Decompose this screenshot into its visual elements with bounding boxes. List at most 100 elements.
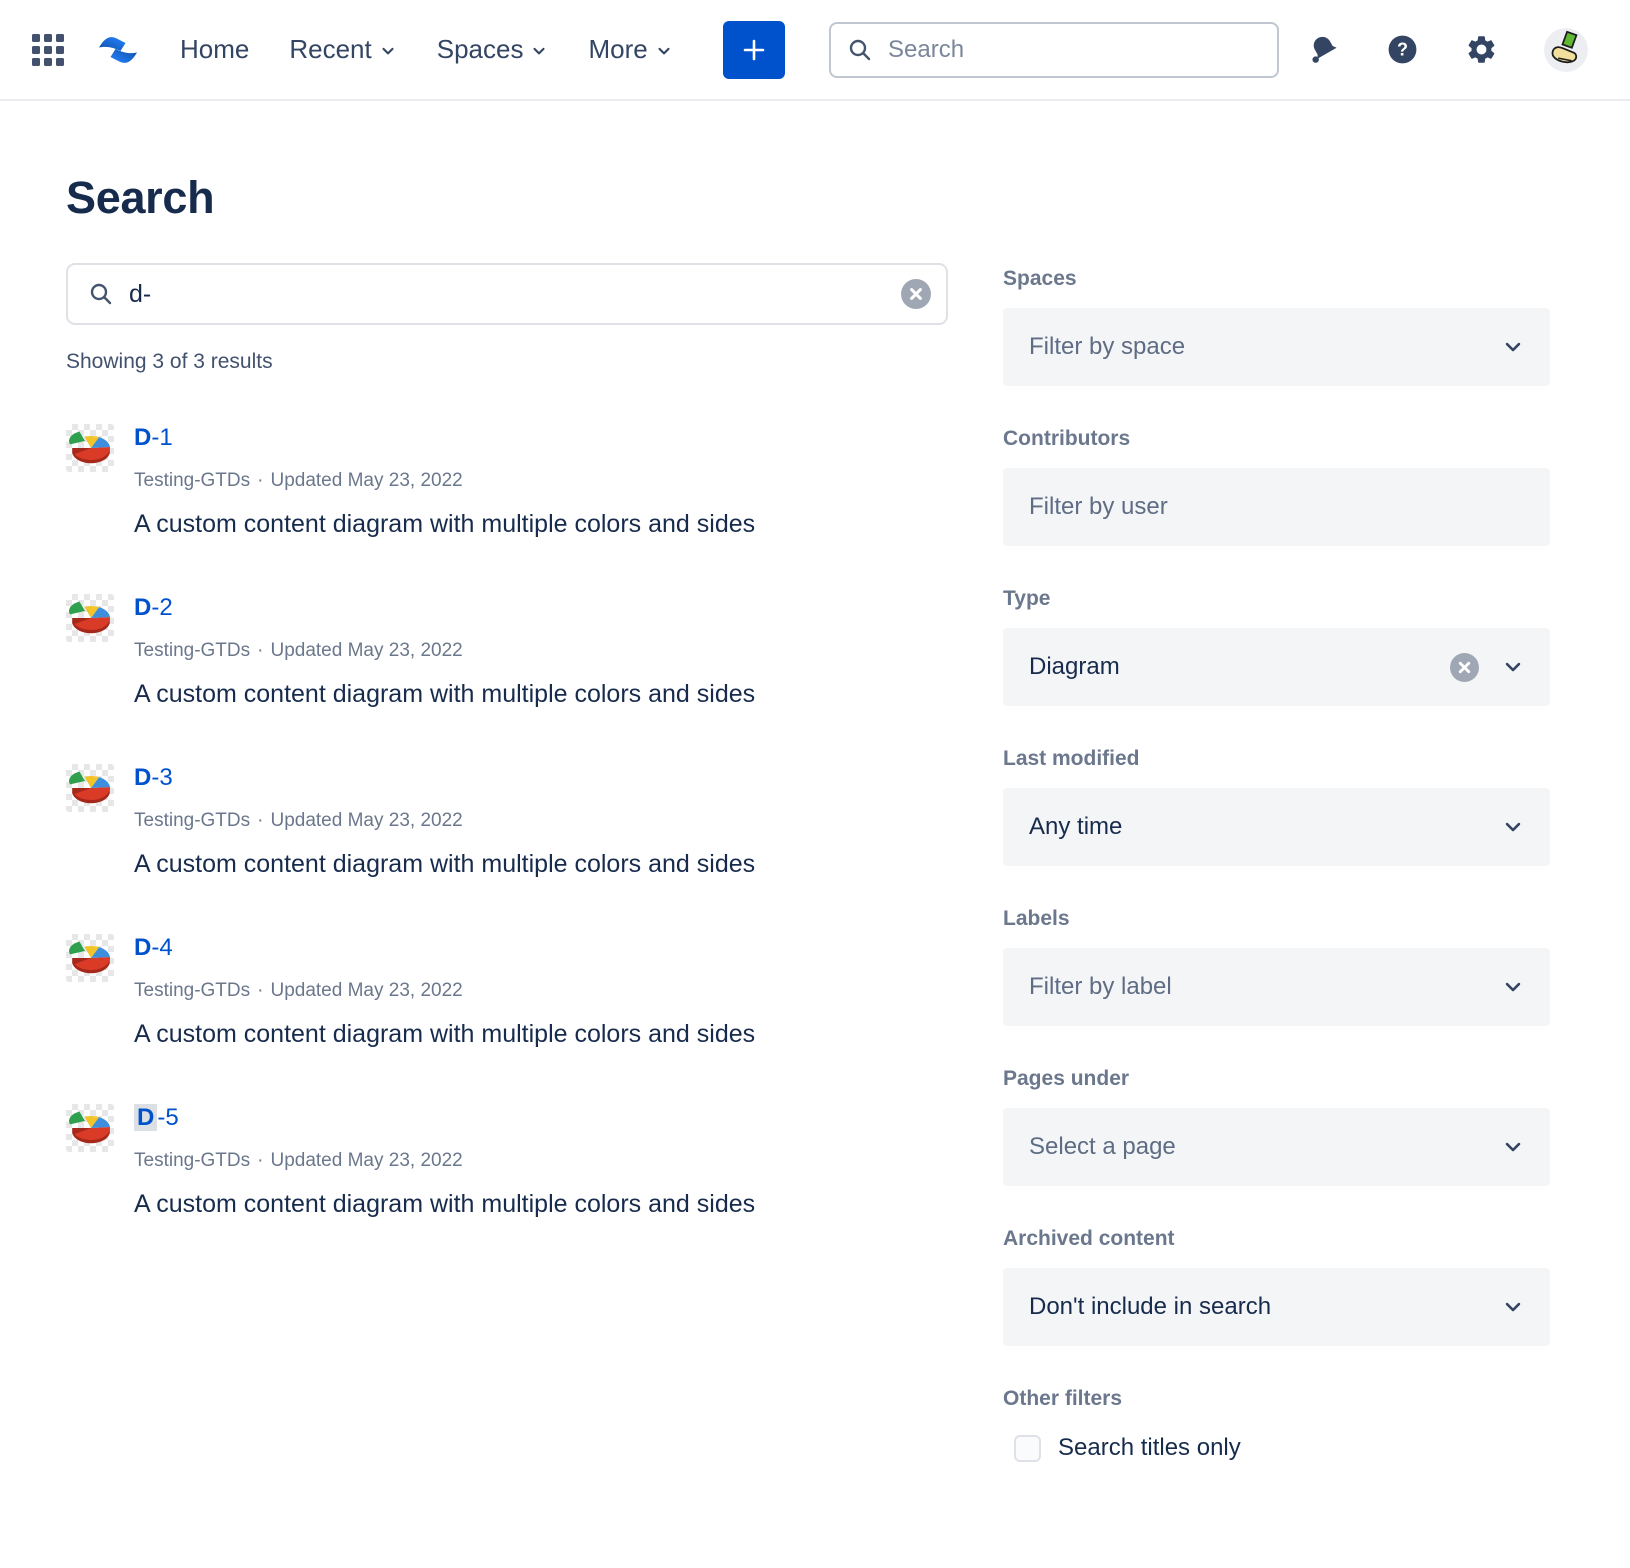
search-titles-only-checkbox[interactable] xyxy=(1014,1435,1041,1462)
pie-chart-icon xyxy=(66,1104,114,1152)
nav-item-home[interactable]: Home xyxy=(180,34,249,65)
search-results-page: Search Showing 3 of 3 results D-1 Testin… xyxy=(0,173,948,1219)
filter-field[interactable]: Select a page xyxy=(1003,1108,1550,1186)
gear-icon[interactable] xyxy=(1465,33,1498,66)
search-result-item: D-1 Testing-GTDs · Updated May 23, 2022 A … xyxy=(66,424,948,539)
result-title-link[interactable]: D-3 xyxy=(134,764,173,792)
search-titles-only-option[interactable]: Search titles only xyxy=(1003,1434,1550,1462)
chevron-down-icon xyxy=(530,42,548,60)
result-description: A custom content diagram with multiple c… xyxy=(134,509,755,539)
filter-label: Labels xyxy=(1003,906,1550,932)
app-switcher-grid-icon[interactable] xyxy=(30,32,66,68)
result-separator: · xyxy=(257,1150,263,1171)
result-body: D-2 Testing-GTDs·Updated May 23, 2022 A … xyxy=(134,594,755,709)
result-body: D-4 Testing-GTDs · Updated May 23, 2022 A … xyxy=(134,934,755,1049)
result-description: A custom content diagram with multiple c… xyxy=(134,679,755,709)
result-title-rest: -3 xyxy=(151,764,172,791)
filter-value: Diagram xyxy=(1029,653,1450,681)
filter-field[interactable]: Diagram xyxy=(1003,628,1550,706)
result-updated: Updated May 23, 2022 xyxy=(270,810,462,831)
filter-value: Select a page xyxy=(1029,1133,1502,1161)
chevron-down-icon xyxy=(1502,1136,1524,1158)
chevron-down-icon xyxy=(1502,976,1524,998)
filters-panel: Spaces Filter by space Contributors Filt… xyxy=(1003,266,1550,1462)
plus-icon xyxy=(739,35,769,65)
help-icon[interactable]: ? xyxy=(1386,33,1419,66)
result-title-link[interactable]: D-4 xyxy=(134,934,173,962)
search-result-item: D-4 Testing-GTDs · Updated May 23, 2022 A … xyxy=(66,934,948,1049)
result-space: Testing-GTDs xyxy=(134,640,250,661)
result-title-link[interactable]: D-2 xyxy=(134,594,173,622)
result-space: Testing-GTDs xyxy=(134,810,250,831)
filter-section: Last modified Any time xyxy=(1003,746,1550,866)
search-result-item: D-5 Testing-GTDs·Updated May 23, 2022 A … xyxy=(66,1104,948,1219)
confluence-logo[interactable] xyxy=(94,26,142,74)
result-separator: · xyxy=(257,980,263,1001)
clear-filter-icon[interactable] xyxy=(1450,653,1479,682)
result-separator: · xyxy=(257,470,263,491)
filter-section: Archived content Don't include in search xyxy=(1003,1226,1550,1346)
diagram-thumbnail[interactable] xyxy=(66,764,114,812)
result-meta: Testing-GTDs·Updated May 23, 2022 xyxy=(134,809,755,833)
create-button[interactable] xyxy=(723,21,785,79)
avatar-thumbs-up[interactable] xyxy=(1544,28,1588,72)
results-summary: Showing 3 of 3 results xyxy=(66,350,948,374)
filter-section: Pages under Select a page xyxy=(1003,1066,1550,1186)
result-updated: Updated May 23, 2022 xyxy=(270,1150,462,1171)
main-navigation: Home Recent Spaces More xyxy=(180,34,673,65)
result-meta: Testing-GTDs · Updated May 23, 2022 xyxy=(134,469,755,493)
diagram-thumbnail[interactable] xyxy=(66,934,114,982)
clear-search-button[interactable] xyxy=(901,279,931,309)
filter-field[interactable]: Filter by label xyxy=(1003,948,1550,1026)
diagram-thumbnail[interactable] xyxy=(66,1104,114,1152)
result-space: Testing-GTDs xyxy=(134,1150,250,1171)
nav-item-more[interactable]: More xyxy=(588,34,672,65)
search-results: D-1 Testing-GTDs · Updated May 23, 2022 A … xyxy=(66,424,948,1219)
search-titles-only-label[interactable]: Search titles only xyxy=(1058,1434,1241,1462)
search-icon xyxy=(847,37,873,63)
filter-label: Type xyxy=(1003,586,1550,612)
result-meta: Testing-GTDs · Updated May 23, 2022 xyxy=(134,1149,755,1173)
chevron-down-icon xyxy=(1502,816,1524,838)
nav-item-spaces[interactable]: Spaces xyxy=(437,34,549,65)
nav-item-label: Recent xyxy=(289,34,371,65)
page-title: Search xyxy=(66,173,948,223)
pie-chart-icon xyxy=(66,764,114,812)
result-title-match: D xyxy=(134,424,151,451)
result-space: Testing-GTDs xyxy=(134,470,250,491)
search-result-item: D-2 Testing-GTDs·Updated May 23, 2022 A … xyxy=(66,594,948,709)
result-body: D-5 Testing-GTDs·Updated May 23, 2022 A … xyxy=(134,1104,755,1219)
diagram-thumbnail[interactable] xyxy=(66,424,114,472)
global-search-field[interactable] xyxy=(829,22,1279,78)
nav-item-label: More xyxy=(588,34,647,65)
results-search-field[interactable] xyxy=(66,263,948,325)
diagram-thumbnail[interactable] xyxy=(66,594,114,642)
result-title-rest: -2 xyxy=(151,594,172,621)
filter-value: Filter by space xyxy=(1029,333,1502,361)
filter-field[interactable]: Any time xyxy=(1003,788,1550,866)
svg-text:?: ? xyxy=(1397,40,1408,60)
result-title-link[interactable]: D-1 xyxy=(134,424,173,452)
filter-field[interactable]: Filter by user xyxy=(1003,468,1550,546)
result-description: A custom content diagram with multiple c… xyxy=(134,1019,755,1049)
result-meta: Testing-GTDs · Updated May 23, 2022 xyxy=(134,979,755,1003)
result-updated: Updated May 23, 2022 xyxy=(270,470,462,491)
pie-chart-icon xyxy=(66,424,114,472)
filter-field[interactable]: Don't include in search xyxy=(1003,1268,1550,1346)
global-search-input[interactable] xyxy=(886,35,1271,65)
filter-field[interactable]: Filter by space xyxy=(1003,308,1550,386)
result-title-link[interactable]: D-5 xyxy=(134,1104,179,1132)
bell-icon[interactable] xyxy=(1307,33,1340,66)
result-title-match: D xyxy=(134,764,151,791)
result-space: Testing-GTDs xyxy=(134,980,250,1001)
filter-section: Labels Filter by label xyxy=(1003,906,1550,1026)
filter-value: Filter by user xyxy=(1029,493,1524,521)
results-search-input[interactable] xyxy=(127,279,901,310)
result-title-match: D xyxy=(134,934,151,961)
result-title-rest: -4 xyxy=(151,934,172,961)
filter-section: Spaces Filter by space xyxy=(1003,266,1550,386)
search-icon xyxy=(88,281,114,307)
result-updated: Updated May 23, 2022 xyxy=(270,980,462,1001)
nav-item-recent[interactable]: Recent xyxy=(289,34,396,65)
chevron-down-icon xyxy=(379,42,397,60)
